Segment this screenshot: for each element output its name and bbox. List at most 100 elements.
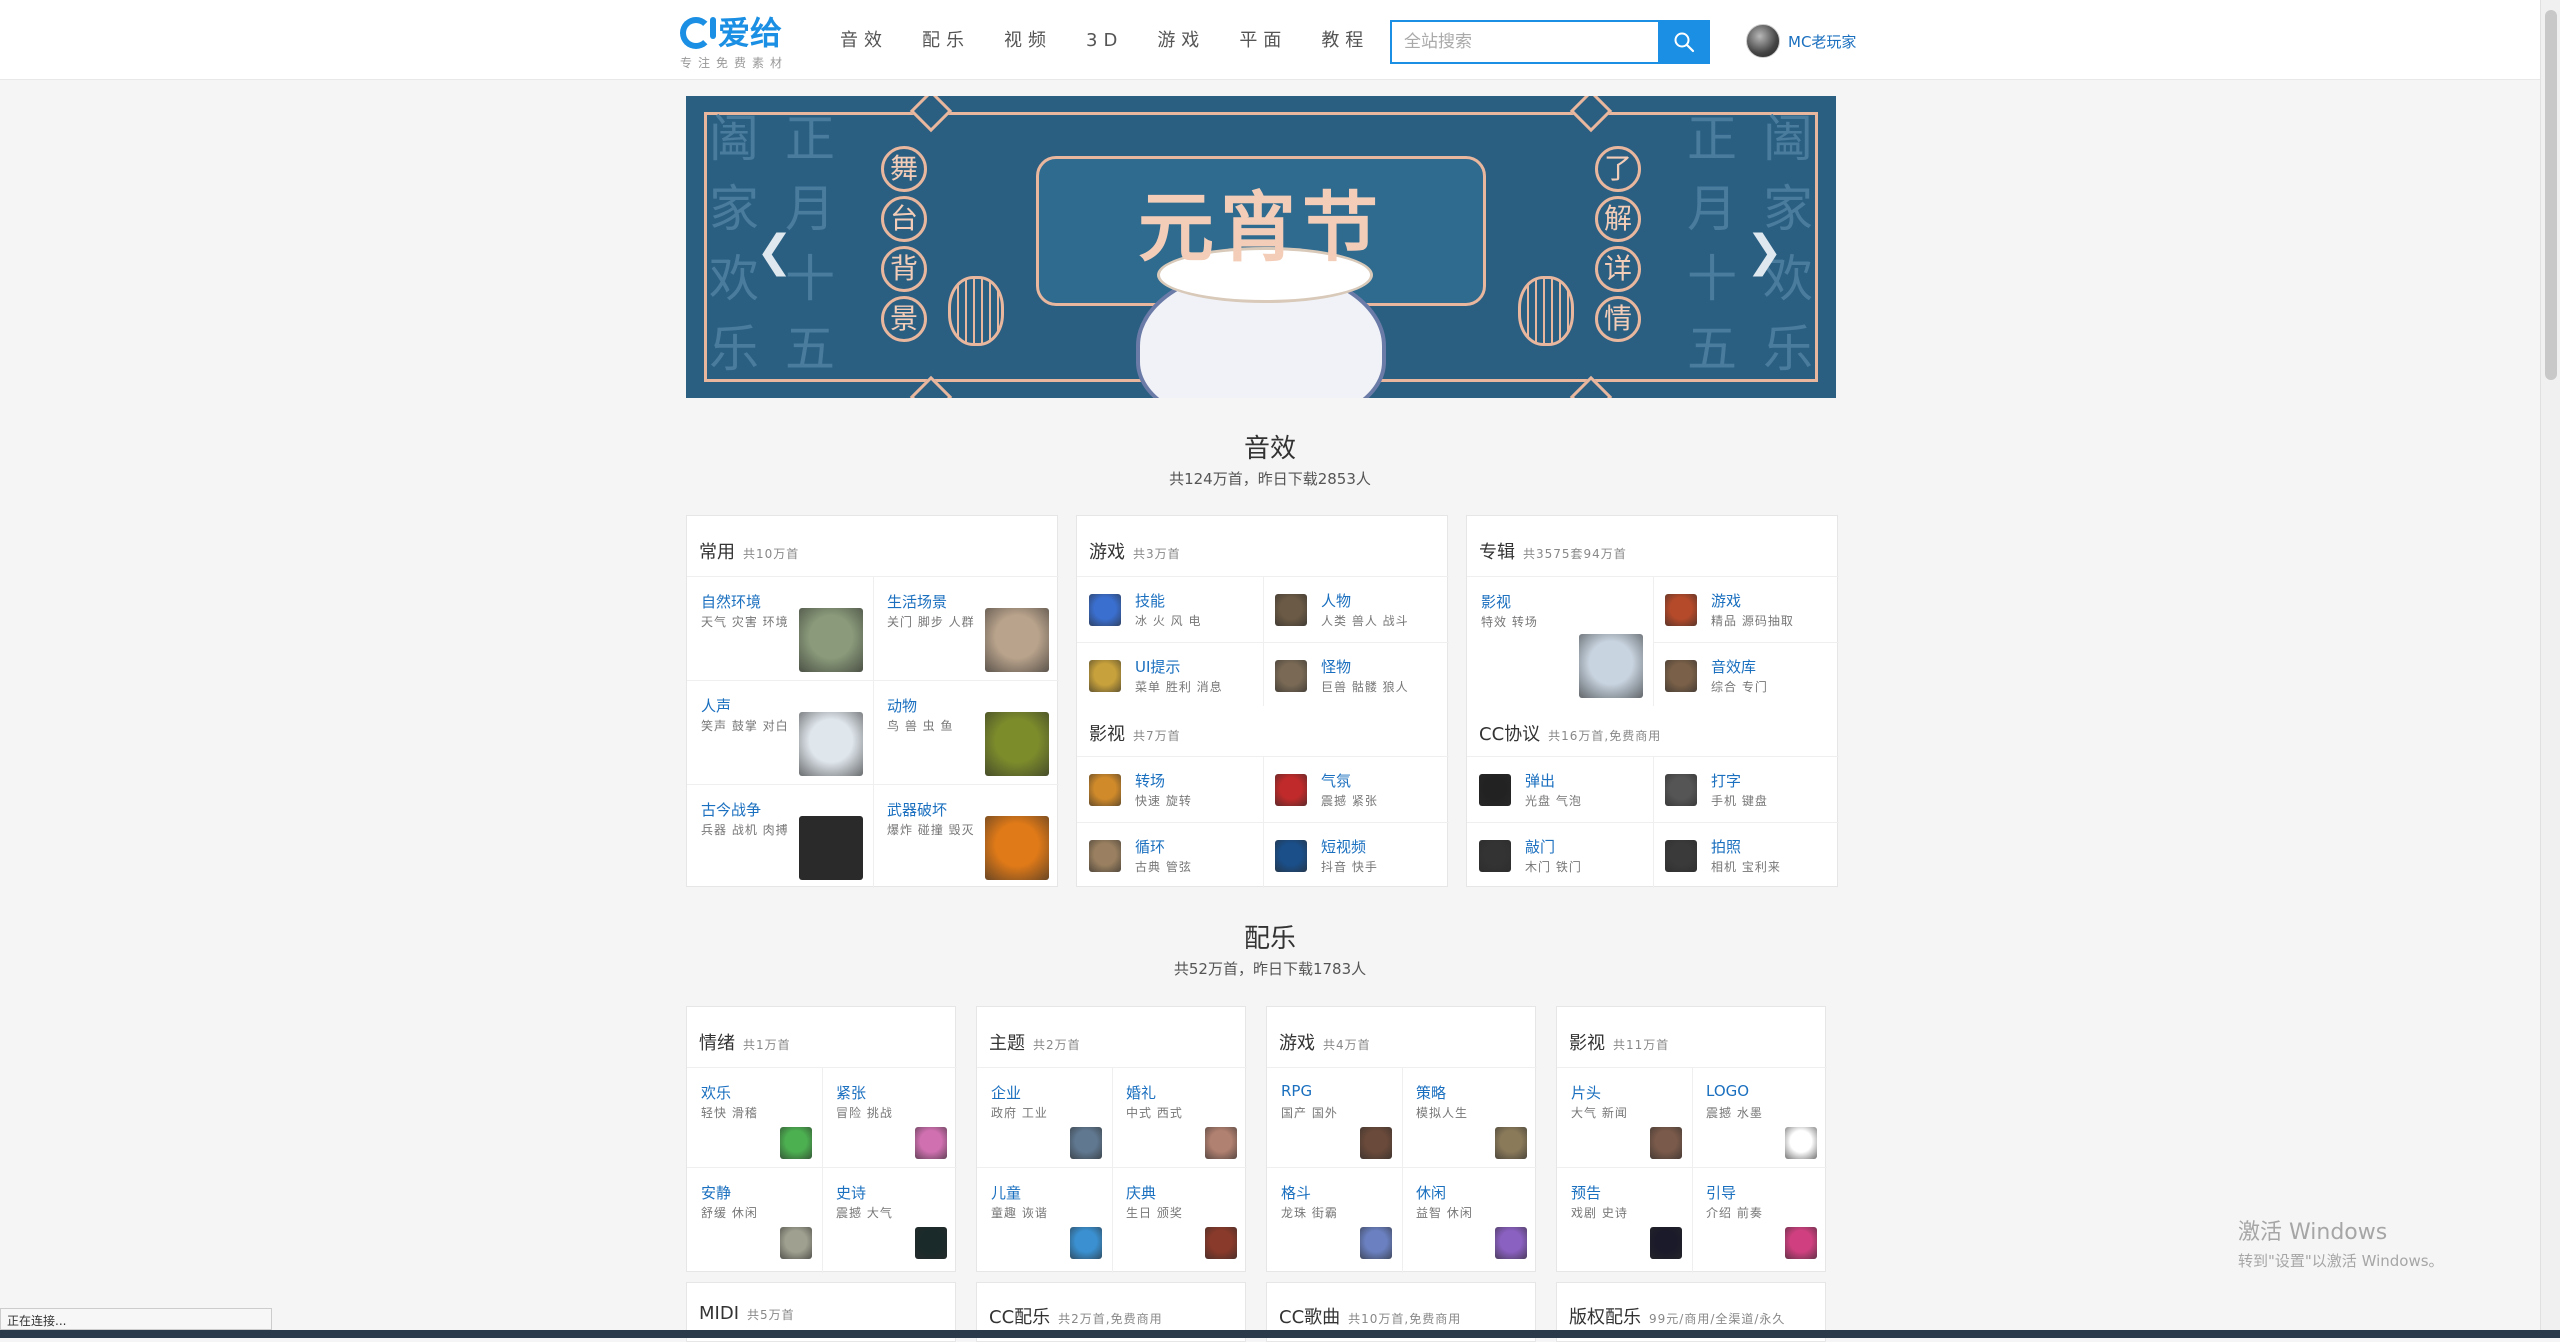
banner-badges-right[interactable]: 了 解 详 情: [1586, 146, 1650, 342]
category-link[interactable]: 婚礼 中式 西式: [1112, 1067, 1247, 1167]
category-link[interactable]: 庆典 生日 颁奖: [1112, 1167, 1247, 1267]
category-thumbnail: [1579, 634, 1643, 698]
card-subheading: 影视 共7万首: [1089, 724, 1181, 745]
category-thumbnail: [985, 712, 1049, 776]
banner-next-icon[interactable]: ❯: [1746, 226, 1783, 277]
category-thumbnail: [799, 816, 863, 880]
category-title: 怪物: [1321, 658, 1352, 676]
category-link[interactable]: 敲门 木门 铁门: [1467, 822, 1653, 888]
category-tags: 光盘 气泡: [1525, 794, 1582, 808]
section-title-sfx: 音效: [1243, 434, 1296, 464]
category-link[interactable]: 人声 笑声 鼓掌 对白: [687, 680, 873, 784]
category-title: 弹出: [1525, 772, 1556, 790]
category-thumbnail: [1785, 1127, 1817, 1159]
card-heading: 游戏 共4万首: [1279, 1033, 1371, 1054]
category-link[interactable]: 气氛 震撼 紧张: [1263, 756, 1449, 822]
promo-banner[interactable]: 阖家欢乐 正月十五 正月十五 阖家欢乐 元宵节 舞 台 背 景 了 解 详 情 …: [686, 96, 1836, 398]
category-thumbnail: [1205, 1227, 1237, 1259]
category-tags: 天气 灾害 环境: [701, 615, 789, 629]
category-tags: 人类 兽人 战斗: [1321, 614, 1409, 628]
category-link[interactable]: 拍照 相机 宝利来: [1653, 822, 1839, 888]
nav-item-game[interactable]: 游戏: [1157, 26, 1205, 56]
os-taskbar: [0, 1330, 2560, 1338]
search-button[interactable]: [1658, 20, 1710, 64]
category-link[interactable]: 引导 介绍 前奏: [1692, 1167, 1827, 1267]
category-thumbnail: [1495, 1227, 1527, 1259]
category-title: 休闲: [1416, 1184, 1447, 1202]
category-tags: 轻快 滑稽: [701, 1106, 758, 1120]
lantern-icon: [1518, 276, 1574, 346]
category-link[interactable]: 短视频 抖音 快手: [1263, 822, 1449, 888]
category-thumbnail: [1650, 1127, 1682, 1159]
site-logo[interactable]: 爱给 专注免费素材: [680, 16, 800, 72]
nav-item-music[interactable]: 配乐: [922, 26, 970, 56]
category-link[interactable]: 自然环境天气 灾害 环境: [687, 576, 873, 680]
category-thumbnail: [915, 1127, 947, 1159]
logo-wordmark: 爱给: [680, 16, 800, 50]
category-tags: 特效 转场: [1481, 615, 1538, 629]
category-link[interactable]: 循环 古典 管弦: [1077, 822, 1263, 888]
category-title: 安静: [701, 1184, 732, 1202]
category-tags: 益智 休闲: [1416, 1206, 1473, 1220]
category-link[interactable]: 策略 模拟人生: [1402, 1067, 1537, 1167]
badge-char: 舞: [881, 146, 927, 192]
category-link[interactable]: 片头 大气 新闻: [1557, 1067, 1692, 1167]
nav-item-3d[interactable]: 3D: [1086, 26, 1123, 56]
category-tags: 生日 颁奖: [1126, 1206, 1183, 1220]
category-link[interactable]: 影视 特效 转场: [1467, 576, 1653, 708]
category-link[interactable]: 打字 手机 键盘: [1653, 756, 1839, 822]
search-input[interactable]: [1390, 20, 1658, 64]
category-link[interactable]: 紧张 冒险 挑战: [822, 1067, 957, 1167]
category-link[interactable]: 武器破坏 爆炸 碰撞 毁灭: [873, 784, 1059, 888]
nav-item-sfx[interactable]: 音效: [840, 26, 888, 56]
category-link[interactable]: 欢乐 轻快 滑稽: [687, 1067, 822, 1167]
category-link[interactable]: 企业 政府 工业: [977, 1067, 1112, 1167]
badge-char: 背: [881, 246, 927, 292]
category-link[interactable]: 游戏 精品 源码抽取: [1653, 576, 1839, 642]
category-link[interactable]: 格斗 龙珠 街霸: [1267, 1167, 1402, 1267]
card-heading: 版权配乐 99元/商用/全渠道/永久: [1569, 1307, 1786, 1328]
category-link[interactable]: 休闲 益智 休闲: [1402, 1167, 1537, 1267]
category-link[interactable]: 怪物 巨兽 骷髅 狼人: [1263, 642, 1449, 708]
category-link[interactable]: 史诗 震撼 大气: [822, 1167, 957, 1267]
category-link[interactable]: LOGO 震撼 水墨: [1692, 1067, 1827, 1167]
category-title: 庆典: [1126, 1184, 1157, 1202]
category-link[interactable]: 安静 舒缓 休闲: [687, 1167, 822, 1267]
category-thumbnail: [1070, 1127, 1102, 1159]
category-link[interactable]: 转场 快速 旋转: [1077, 756, 1263, 822]
category-tags: 大气 新闻: [1571, 1106, 1628, 1120]
category-title: 人声: [701, 697, 732, 715]
category-link[interactable]: RPG 国产 国外: [1267, 1067, 1402, 1167]
lantern-icon: [948, 276, 1004, 346]
category-link[interactable]: 预告 戏剧 史诗: [1557, 1167, 1692, 1267]
category-thumbnail: [1360, 1227, 1392, 1259]
music-card-theme: 主题 共2万首 企业 政府 工业 婚礼 中式 西式 儿童 童趣 诙谐 庆典 生日 颁奖: [976, 1006, 1247, 1273]
category-tags: 综合 专门: [1711, 680, 1768, 694]
nav-item-tutorial[interactable]: 教程: [1321, 26, 1369, 56]
category-link[interactable]: 弹出 光盘 气泡: [1467, 756, 1653, 822]
page-scrollbar[interactable]: [2540, 0, 2560, 1338]
category-title: 自然环境: [701, 593, 762, 611]
search-icon: [1674, 32, 1695, 53]
banner-prev-icon[interactable]: ❮: [756, 226, 793, 277]
nav-item-graphic[interactable]: 平面: [1239, 26, 1287, 56]
category-thumbnail: [1360, 1127, 1392, 1159]
category-link[interactable]: 技能冰 火 风 电: [1077, 576, 1263, 642]
nav-item-video[interactable]: 视频: [1004, 26, 1052, 56]
category-link[interactable]: 动物鸟 兽 虫 鱼: [873, 680, 1059, 784]
category-link[interactable]: 音效库 综合 专门: [1653, 642, 1839, 708]
category-link[interactable]: 古今战争 兵器 战机 肉搏: [687, 784, 873, 888]
category-link[interactable]: 儿童 童趣 诙谐: [977, 1167, 1112, 1267]
sfx-card-album-cc: 专辑 共3575套94万首 CC协议 共16万首,免费商用 影视 特效 转场 游戏 精品 …: [1466, 515, 1839, 888]
category-link[interactable]: 人物 人类 兽人 战斗: [1263, 576, 1449, 642]
category-title: 史诗: [836, 1184, 867, 1202]
category-tags: 震撼 大气: [836, 1206, 893, 1220]
scrollbar-thumb[interactable]: [2545, 10, 2557, 380]
category-thumbnail: [1089, 774, 1121, 806]
sfx-card-game-film: 游戏 共3万首 影视 共7万首 技能冰 火 风 电人物 人类 兽人 战斗 UI提示 菜单 …: [1076, 515, 1449, 888]
category-link[interactable]: 生活场景 关门 脚步 人群: [873, 576, 1059, 680]
category-link[interactable]: UI提示 菜单 胜利 消息: [1077, 642, 1263, 708]
banner-badges-left[interactable]: 舞 台 背 景: [872, 146, 936, 342]
category-thumbnail: [1089, 840, 1121, 872]
user-menu[interactable]: MC老玩家: [1746, 24, 1856, 58]
